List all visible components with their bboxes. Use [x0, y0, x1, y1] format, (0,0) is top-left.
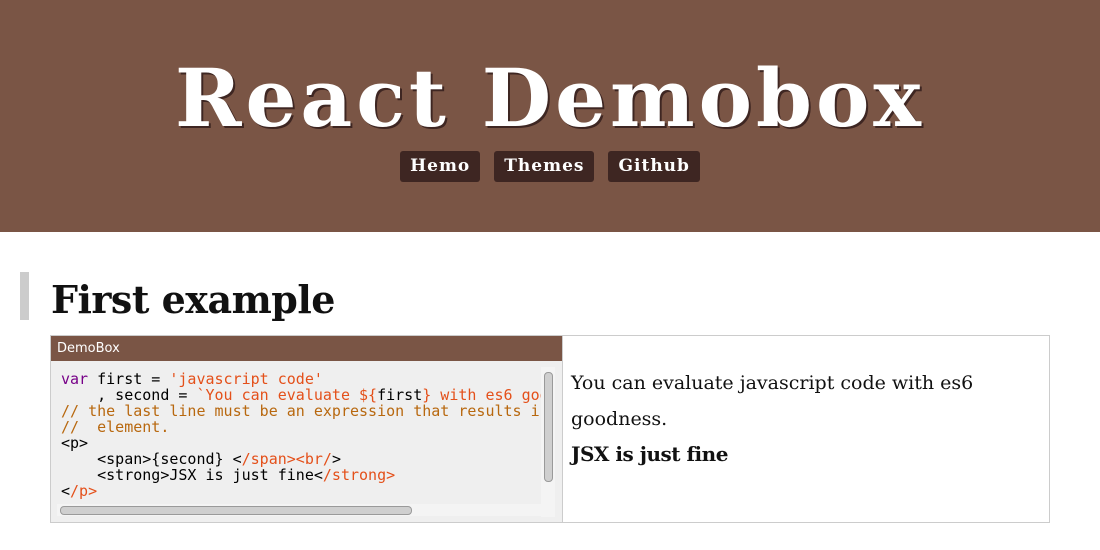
- nav-link-themes[interactable]: Themes: [494, 151, 595, 182]
- code-area[interactable]: var first = 'javascript code' , second =…: [61, 371, 541, 501]
- site-title: React Demobox: [174, 51, 925, 145]
- nav-link-hemo[interactable]: Hemo: [400, 151, 481, 182]
- output-text: You can evaluate javascript code with es…: [571, 372, 974, 430]
- code-line: </p>: [61, 482, 98, 500]
- vertical-scroll-thumb[interactable]: [544, 372, 553, 482]
- horizontal-scrollbar[interactable]: [57, 504, 541, 516]
- horizontal-scroll-thumb[interactable]: [60, 506, 412, 515]
- nav-link-github[interactable]: Github: [608, 151, 700, 182]
- output-strong: JSX is just fine: [571, 442, 728, 466]
- output-preview: You can evaluate javascript code with es…: [571, 365, 1041, 470]
- demo-box: DemoBox var first = 'javascript code' , …: [50, 335, 1050, 523]
- main-nav: Hemo Themes Github: [0, 151, 1100, 182]
- editor-title: DemoBox: [51, 336, 562, 361]
- vertical-scrollbar[interactable]: [541, 367, 555, 517]
- section-title: First example: [51, 277, 335, 322]
- output-paragraph: You can evaluate javascript code with es…: [571, 365, 1041, 470]
- header: React Demobox Hemo Themes Github: [0, 0, 1100, 232]
- code-line: <strong>JSX is just fine</strong>: [61, 466, 396, 484]
- section-marker: [20, 272, 29, 320]
- code-editor[interactable]: DemoBox var first = 'javascript code' , …: [51, 336, 563, 522]
